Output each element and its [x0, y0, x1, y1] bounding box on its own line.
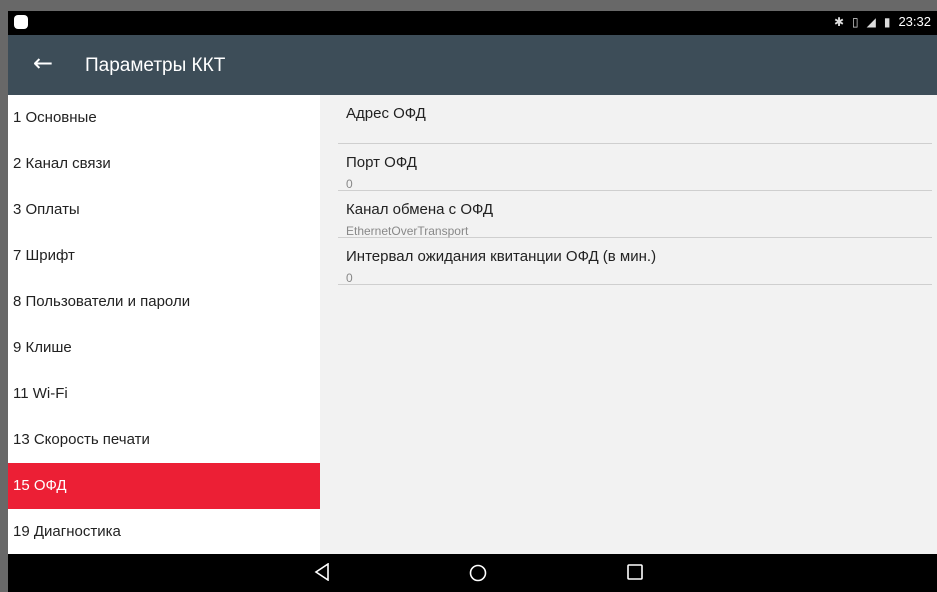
pref-summary: EthernetOverTransport [346, 224, 469, 238]
menu-item-users-passwords[interactable]: 8 Пользователи и пароли [8, 279, 320, 325]
arrow-left-icon[interactable]: ← [33, 51, 53, 75]
pref-summary: 0 [346, 177, 353, 191]
page-title: Параметры ККТ [85, 55, 226, 76]
pref-summary: 0 [346, 271, 353, 285]
pref-ofd-port[interactable]: Порт ОФД 0 [338, 144, 932, 191]
notification-icon [14, 15, 28, 29]
menu-item-channel[interactable]: 2 Канал связи [8, 141, 320, 187]
no-signal-icon: ◢ [866, 14, 876, 29]
battery-charging-icon: ▮ [883, 14, 891, 29]
navigation-bar [8, 554, 937, 592]
status-icons: ✱ ▯ ◢ ▮ 23:32 [834, 14, 931, 29]
bluetooth-icon: ✱ [833, 14, 844, 29]
content-area: 1 Основные 2 Канал связи 3 Оплаты 7 Шриф… [8, 95, 937, 554]
menu-item-font[interactable]: 7 Шрифт [8, 233, 320, 279]
pref-ofd-address[interactable]: Адрес ОФД [338, 95, 932, 144]
device-screen: ✱ ▯ ◢ ▮ 23:32 ← Параметры ККТ 1 Основные… [8, 11, 937, 592]
pref-title: Интервал ожидания квитанции ОФД (в мин.) [346, 248, 657, 265]
status-time: 23:32 [898, 14, 931, 29]
status-bar: ✱ ▯ ◢ ▮ 23:32 [8, 11, 937, 35]
pref-ofd-receipt-timeout[interactable]: Интервал ожидания квитанции ОФД (в мин.)… [338, 238, 932, 285]
menu-item-basic[interactable]: 1 Основные [8, 95, 320, 141]
settings-category-list: 1 Основные 2 Канал связи 3 Оплаты 7 Шриф… [8, 95, 320, 554]
ofd-settings-panel: Адрес ОФД Порт ОФД 0 Канал обмена с ОФД … [320, 95, 937, 554]
pref-ofd-exchange-channel[interactable]: Канал обмена с ОФД EthernetOverTransport [338, 191, 932, 238]
nav-back-icon[interactable] [314, 562, 330, 586]
pref-title: Порт ОФД [346, 154, 417, 171]
nav-home-icon[interactable] [468, 563, 488, 588]
vibrate-icon: ▯ [852, 14, 859, 29]
nav-recents-icon[interactable] [626, 563, 644, 586]
menu-item-print-speed[interactable]: 13 Скорость печати [8, 417, 320, 463]
menu-item-diagnostics[interactable]: 19 Диагностика [8, 509, 320, 554]
app-bar: ← Параметры ККТ [8, 35, 937, 95]
pref-title: Канал обмена с ОФД [346, 201, 494, 218]
pref-title: Адрес ОФД [346, 105, 426, 122]
menu-item-wifi[interactable]: 11 Wi-Fi [8, 371, 320, 417]
menu-item-cliche[interactable]: 9 Клише [8, 325, 320, 371]
menu-item-ofd[interactable]: 15 ОФД [8, 463, 320, 509]
menu-item-payments[interactable]: 3 Оплаты [8, 187, 320, 233]
